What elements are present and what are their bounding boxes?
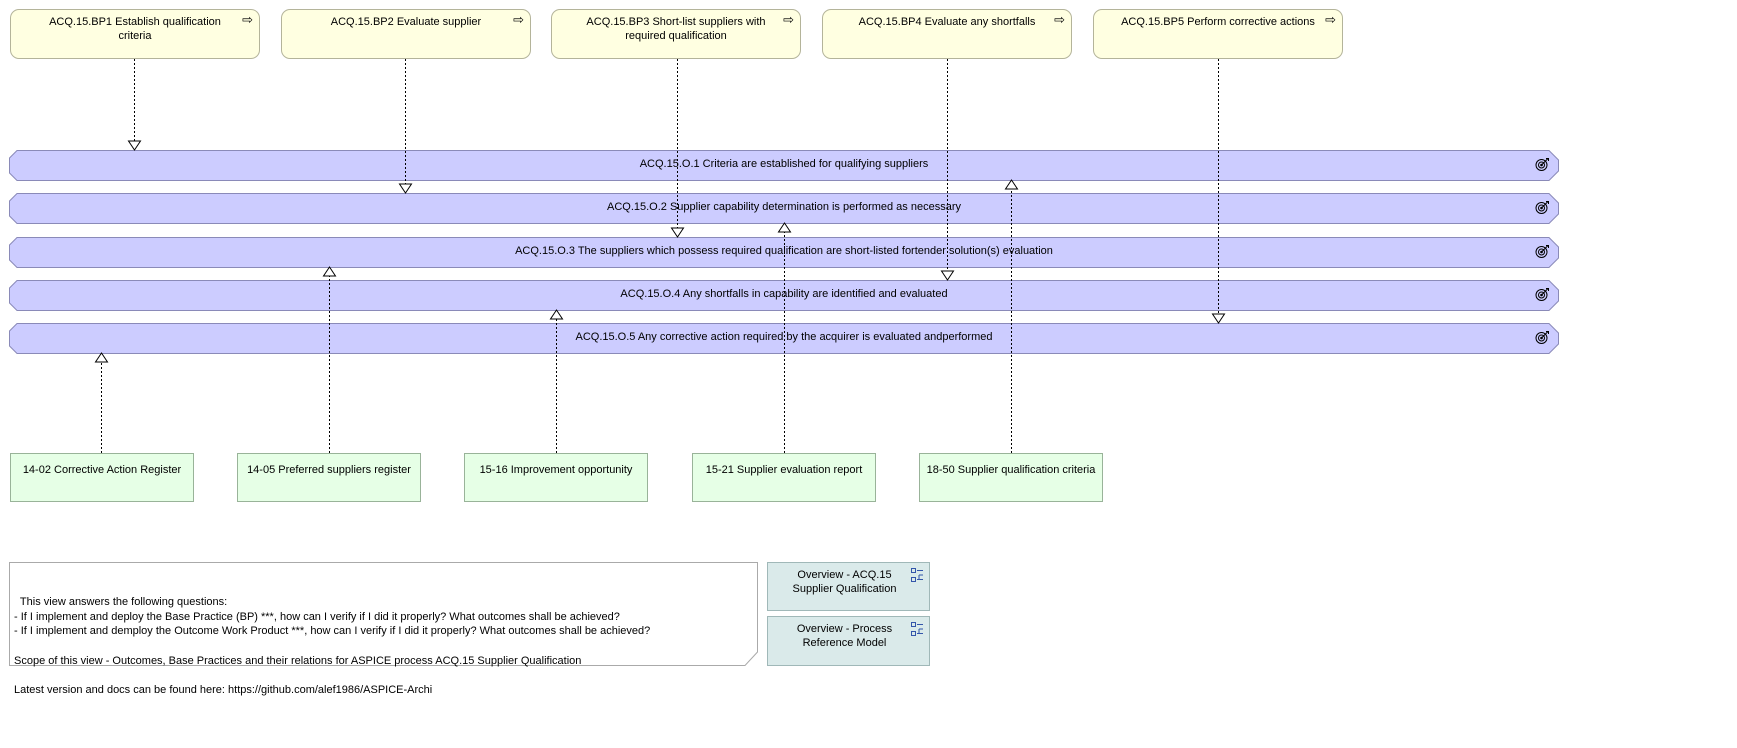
outcome-label: ACQ.15.O.1 Criteria are established for … bbox=[639, 158, 929, 170]
work-product-label: 14-02 Corrective Action Register bbox=[22, 464, 182, 476]
outcome-label: ACQ.15.O.4 Any shortfalls in capability … bbox=[620, 288, 948, 300]
work-product-label: 14-05 Preferred suppliers register bbox=[247, 464, 411, 476]
realization-arrowhead bbox=[322, 266, 337, 277]
goal-target-icon bbox=[1535, 288, 1549, 301]
work-product-4[interactable]: 15-21 Supplier evaluation report bbox=[692, 453, 876, 502]
realization-arrowhead bbox=[398, 183, 413, 194]
outcome-o1[interactable]: ACQ.15.O.1 Criteria are established for … bbox=[9, 150, 1559, 181]
process-arrow-icon: ⇨ bbox=[513, 12, 524, 27]
outcome-label: ACQ.15.O.2 Supplier capability determina… bbox=[606, 201, 961, 213]
base-practice-label: ACQ.15.BP1 Establish qualification crite… bbox=[49, 16, 221, 42]
base-practice-label: ACQ.15.BP2 Evaluate supplier bbox=[330, 16, 482, 28]
realization-arrowhead bbox=[670, 227, 685, 238]
goal-target-icon bbox=[1535, 201, 1549, 214]
diagram-model-icon bbox=[911, 622, 923, 636]
base-practice-label: ACQ.15.BP4 Evaluate any shortfalls bbox=[858, 16, 1036, 28]
view-ref-label: Overview - ACQ.15 Supplier Qualification bbox=[792, 569, 897, 595]
realization-arrowhead bbox=[549, 309, 564, 320]
goal-target-icon bbox=[1535, 331, 1549, 344]
outcome-label: ACQ.15.O.3 The suppliers which possess r… bbox=[515, 245, 1053, 257]
realization-arrowhead bbox=[777, 222, 792, 233]
outcome-o2[interactable]: ACQ.15.O.2 Supplier capability determina… bbox=[9, 193, 1559, 224]
work-product-label: 18-50 Supplier qualification criteria bbox=[926, 464, 1096, 476]
base-practice-bp3[interactable]: ACQ.15.BP3 Short-list suppliers with req… bbox=[551, 9, 801, 59]
base-practice-bp5[interactable]: ACQ.15.BP5 Perform corrective actions ⇨ bbox=[1093, 9, 1343, 59]
base-practice-bp2[interactable]: ACQ.15.BP2 Evaluate supplier ⇨ bbox=[281, 9, 531, 59]
base-practice-label: ACQ.15.BP5 Perform corrective actions bbox=[1121, 16, 1315, 28]
outcome-o3[interactable]: ACQ.15.O.3 The suppliers which possess r… bbox=[9, 237, 1559, 268]
outcome-label: ACQ.15.O.5 Any corrective action require… bbox=[575, 331, 993, 343]
goal-target-icon bbox=[1535, 245, 1549, 258]
work-product-label: 15-21 Supplier evaluation report bbox=[705, 464, 863, 476]
view-description-note: This view answers the following question… bbox=[9, 562, 758, 696]
work-product-3[interactable]: 15-16 Improvement opportunity bbox=[464, 453, 648, 502]
base-practice-bp4[interactable]: ACQ.15.BP4 Evaluate any shortfalls ⇨ bbox=[822, 9, 1072, 59]
work-product-2[interactable]: 14-05 Preferred suppliers register bbox=[237, 453, 421, 502]
process-arrow-icon: ⇨ bbox=[242, 12, 253, 27]
realization-arrowhead bbox=[94, 352, 109, 363]
view-ref-process-reference-model[interactable]: Overview - Process Reference Model bbox=[767, 616, 930, 666]
realization-arrowhead bbox=[940, 270, 955, 281]
base-practice-label: ACQ.15.BP3 Short-list suppliers with req… bbox=[586, 16, 766, 42]
work-product-label: 15-16 Improvement opportunity bbox=[479, 464, 633, 476]
realization-arrowhead bbox=[1211, 313, 1226, 324]
view-ref-acq15[interactable]: Overview - ACQ.15 Supplier Qualification bbox=[767, 562, 930, 611]
process-arrow-icon: ⇨ bbox=[1325, 12, 1336, 27]
process-arrow-icon: ⇨ bbox=[1054, 12, 1065, 27]
view-ref-label: Overview - Process Reference Model bbox=[796, 623, 893, 649]
outcome-o5[interactable]: ACQ.15.O.5 Any corrective action require… bbox=[9, 323, 1559, 354]
work-product-5[interactable]: 18-50 Supplier qualification criteria bbox=[919, 453, 1103, 502]
goal-target-icon bbox=[1535, 158, 1549, 171]
diagram-model-icon bbox=[911, 568, 923, 582]
work-product-1[interactable]: 14-02 Corrective Action Register bbox=[10, 453, 194, 502]
outcome-o4[interactable]: ACQ.15.O.4 Any shortfalls in capability … bbox=[9, 280, 1559, 311]
realization-arrowhead bbox=[127, 140, 142, 151]
realization-arrowhead bbox=[1004, 179, 1019, 190]
base-practice-bp1[interactable]: ACQ.15.BP1 Establish qualification crite… bbox=[10, 9, 260, 59]
process-arrow-icon: ⇨ bbox=[783, 12, 794, 27]
